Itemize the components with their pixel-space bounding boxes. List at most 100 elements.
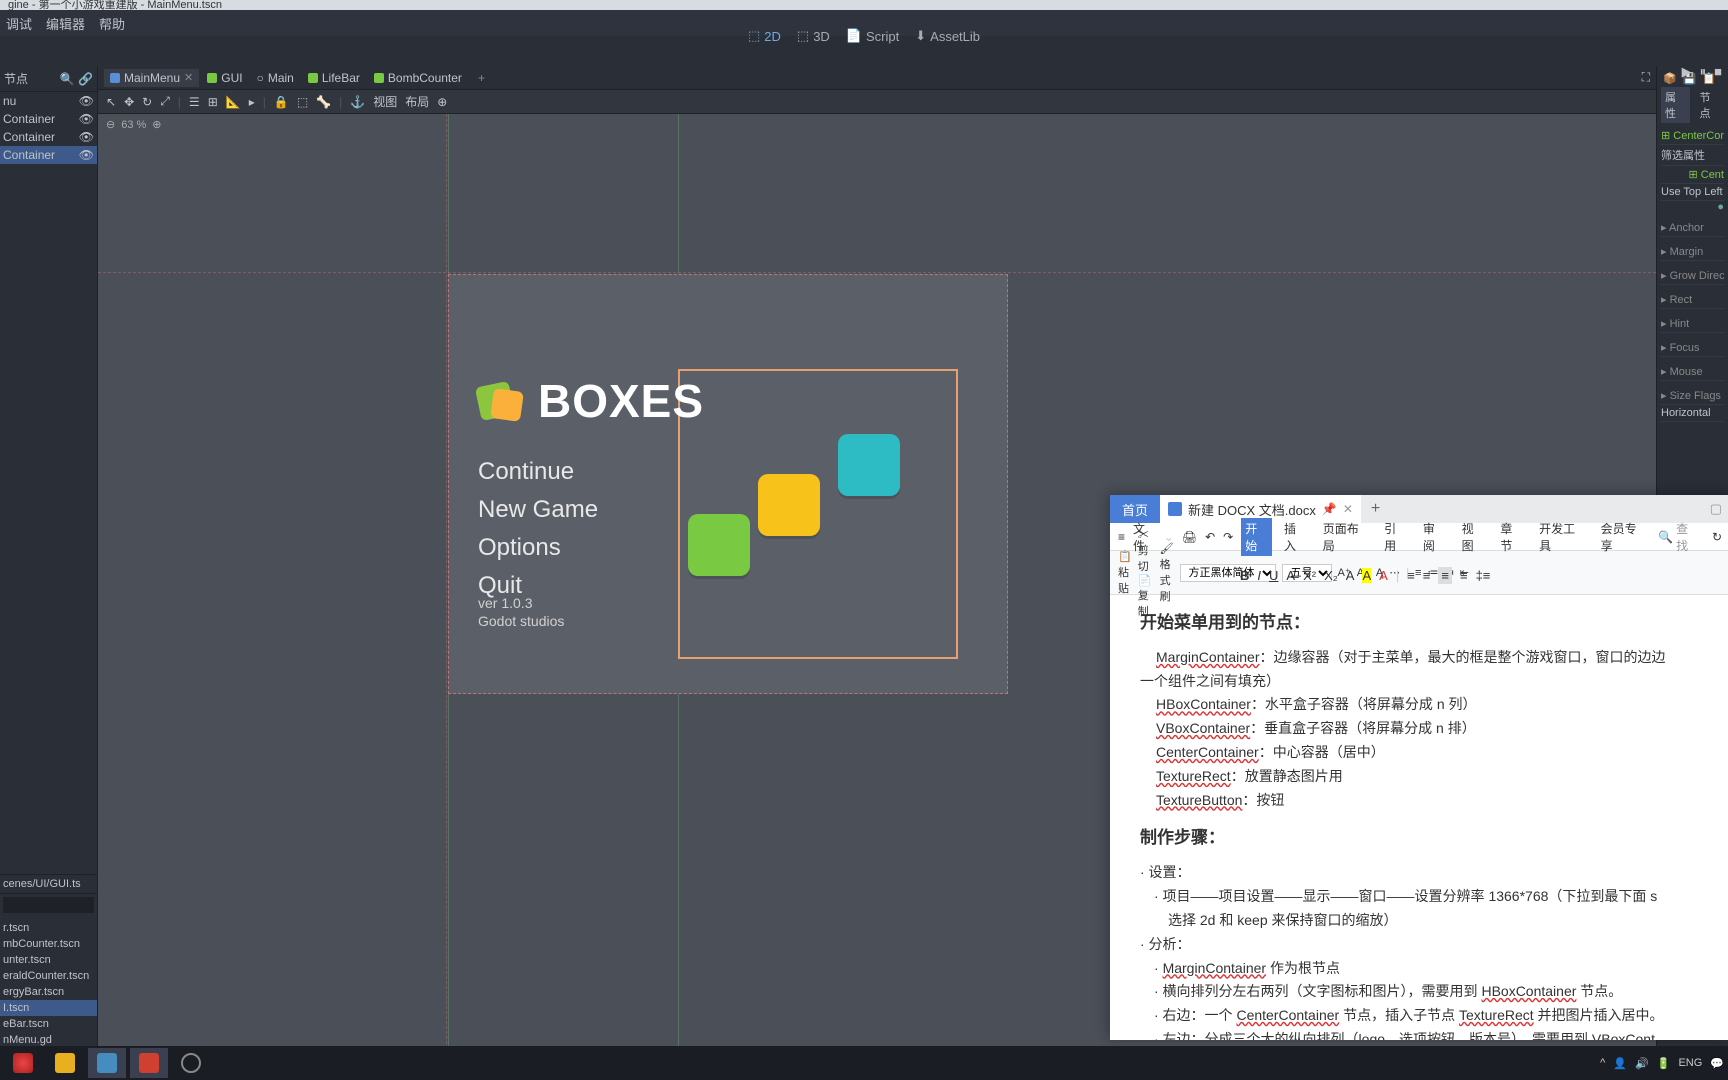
ribbon-start[interactable]: 开始 [1241, 518, 1272, 556]
section-sizeflags[interactable]: ▸ Size Flags [1661, 387, 1724, 405]
workspace-assetlib[interactable]: ⬇ AssetLib [915, 28, 980, 44]
align-center-icon[interactable]: ≡ [1423, 568, 1431, 583]
section-mouse[interactable]: ▸ Mouse [1661, 363, 1724, 381]
section-hint[interactable]: ▸ Hint [1661, 315, 1724, 333]
underline-icon[interactable]: U [1269, 568, 1278, 583]
tab-pin-icon[interactable]: 📌 [1322, 502, 1337, 516]
zoom-in-icon[interactable]: ⊕ [152, 118, 161, 131]
menu-editor[interactable]: 编辑器 [46, 14, 85, 33]
add-tab-icon[interactable]: + [470, 71, 493, 85]
inspector-filter[interactable]: 筛选属性 [1661, 145, 1724, 166]
wps-redo-icon[interactable]: ↷ [1223, 530, 1233, 544]
line-spacing-icon[interactable]: ‡≡ [1476, 568, 1491, 583]
section-grow[interactable]: ▸ Grow Direction [1661, 267, 1724, 285]
lock-icon[interactable]: 🔒 [274, 95, 289, 109]
italic-icon[interactable]: I [1257, 568, 1261, 583]
menu-help[interactable]: 帮助 [99, 14, 125, 33]
close-icon[interactable]: ✕ [184, 71, 193, 84]
tray-ime[interactable]: ENG [1678, 1057, 1702, 1069]
zoom-out-icon[interactable]: ⊖ [106, 118, 115, 131]
inspector-tab-properties[interactable]: 属性 [1661, 87, 1690, 123]
wps-save-icon[interactable]: 🖨 [1182, 530, 1197, 544]
wps-search[interactable]: 🔍 查找 [1658, 520, 1698, 554]
section-anchor[interactable]: ▸ Anchor [1661, 219, 1724, 237]
wps-window[interactable]: 首页 新建 DOCX 文档.docx 📌 ✕ + ▢ ≡ 文件 ⌄ 🖨 ↶ ↷ … [1110, 495, 1728, 1040]
view-btn[interactable]: 视图 [373, 93, 397, 110]
anchor-icon[interactable]: ⚓ [350, 95, 365, 109]
scene-tab[interactable]: BombCounter [368, 69, 468, 87]
select-tool-icon[interactable]: ↖ [106, 95, 116, 109]
scene-tab[interactable]: LifeBar [302, 69, 366, 87]
bone-icon[interactable]: 🦴 [316, 95, 331, 109]
highlight-icon[interactable]: A [1362, 568, 1371, 583]
fontcolor2-icon[interactable]: A [1379, 568, 1388, 583]
scene-tab-mainmenu[interactable]: MainMenu✕ [104, 69, 199, 87]
file-item[interactable]: eBar.tscn [0, 1016, 97, 1032]
tray-volume-icon[interactable]: 🔊 [1635, 1057, 1649, 1070]
ribbon-view[interactable]: 视图 [1458, 518, 1489, 556]
ribbon-insert[interactable]: 插入 [1280, 518, 1311, 556]
list-icon[interactable]: ☰ [189, 95, 200, 109]
strike-icon[interactable]: A̶ [1286, 568, 1295, 583]
scene-tab[interactable]: GUI [201, 69, 248, 87]
prop-horizontal[interactable]: Horizontal [1661, 405, 1724, 422]
scale-tool-icon[interactable]: ⤢ [160, 94, 170, 109]
taskbar-wps[interactable] [130, 1048, 168, 1078]
file-item[interactable]: r.tscn [0, 920, 97, 936]
file-item[interactable]: eraldCounter.tscn [0, 968, 97, 984]
scene-tree[interactable]: nu👁 Container👁 Container👁 Container👁 [0, 92, 97, 164]
wps-window-controls[interactable]: ▢ [1710, 501, 1728, 517]
menu-debug[interactable]: 调试 [6, 14, 32, 33]
link-icon[interactable]: 🔗 [78, 72, 93, 86]
align-justify-icon[interactable]: ≡ [1460, 568, 1468, 583]
wps-undo-icon[interactable]: ↶ [1205, 530, 1215, 544]
format-painter[interactable]: 🖌格式刷 [1160, 542, 1174, 604]
super-icon[interactable]: X² [1303, 568, 1316, 583]
section-rect[interactable]: ▸ Rect [1661, 291, 1724, 309]
tool-icon[interactable]: ▸ [249, 95, 255, 109]
workspace-2d[interactable]: ⬚ 2D [748, 28, 781, 44]
fontcolor-icon[interactable]: A [1346, 568, 1355, 583]
expand-icon[interactable]: ⛶ [1642, 70, 1656, 85]
ruler-icon[interactable]: 📐 [226, 95, 241, 109]
section-focus[interactable]: ▸ Focus [1661, 339, 1724, 357]
tray-up-icon[interactable]: ^ [1600, 1057, 1605, 1069]
align-right-icon[interactable]: ≡ [1438, 567, 1452, 584]
inspector-icon[interactable]: 📦 [1663, 72, 1677, 85]
scene-tab[interactable]: ○Main [251, 69, 300, 87]
play-icon[interactable]: ▶ [1682, 64, 1692, 80]
rotate-tool-icon[interactable]: ↻ [142, 95, 152, 109]
ribbon-layout[interactable]: 页面布局 [1319, 518, 1372, 556]
ribbon-ref[interactable]: 引用 [1380, 518, 1411, 556]
ribbon-review[interactable]: 审阅 [1419, 518, 1450, 556]
snap-icon[interactable]: ⊞ [208, 95, 218, 109]
file-item[interactable]: unter.tscn [0, 952, 97, 968]
tab-close-icon[interactable]: ✕ [1343, 502, 1353, 516]
wps-menu-icon[interactable]: ≡ [1118, 530, 1125, 544]
workspace-script[interactable]: 📄 Script [846, 28, 899, 44]
search-icon[interactable]: 🔍 [60, 72, 75, 86]
tray-notif-icon[interactable]: 💬 [1710, 1057, 1724, 1070]
wps-new-tab[interactable]: + [1361, 500, 1390, 518]
taskbar-godot[interactable] [88, 1048, 126, 1078]
filesystem-search[interactable] [3, 897, 94, 913]
cut-button[interactable]: ✂ 剪切 [1138, 526, 1154, 574]
sub-icon[interactable]: X₂ [1324, 568, 1338, 583]
inspector-tab-nodes[interactable]: 节点 [1696, 87, 1725, 123]
taskbar-obs[interactable] [172, 1048, 210, 1078]
bold-icon[interactable]: B [1240, 568, 1249, 583]
group-icon[interactable]: ⬚ [297, 95, 308, 109]
layout-btn[interactable]: 布局 [405, 93, 429, 110]
file-item-selected[interactable]: I.tscn [0, 1000, 97, 1016]
wps-document[interactable]: 开始菜单用到的节点： MarginContainer：边缘容器（对于主菜单，最大… [1110, 595, 1728, 1040]
ribbon-dev[interactable]: 开发工具 [1535, 518, 1588, 556]
file-item[interactable]: mbCounter.tscn [0, 936, 97, 952]
tray-battery-icon[interactable]: 🔋 [1657, 1057, 1671, 1070]
paste-button[interactable]: 📋粘贴 [1118, 550, 1132, 596]
section-margin[interactable]: ▸ Margin [1661, 243, 1724, 261]
move-tool-icon[interactable]: ✥ [124, 95, 134, 109]
workspace-3d[interactable]: ⬚ 3D [797, 28, 830, 44]
file-item[interactable]: ergyBar.tscn [0, 984, 97, 1000]
taskbar-files[interactable] [46, 1048, 84, 1078]
start-button[interactable] [4, 1048, 42, 1078]
